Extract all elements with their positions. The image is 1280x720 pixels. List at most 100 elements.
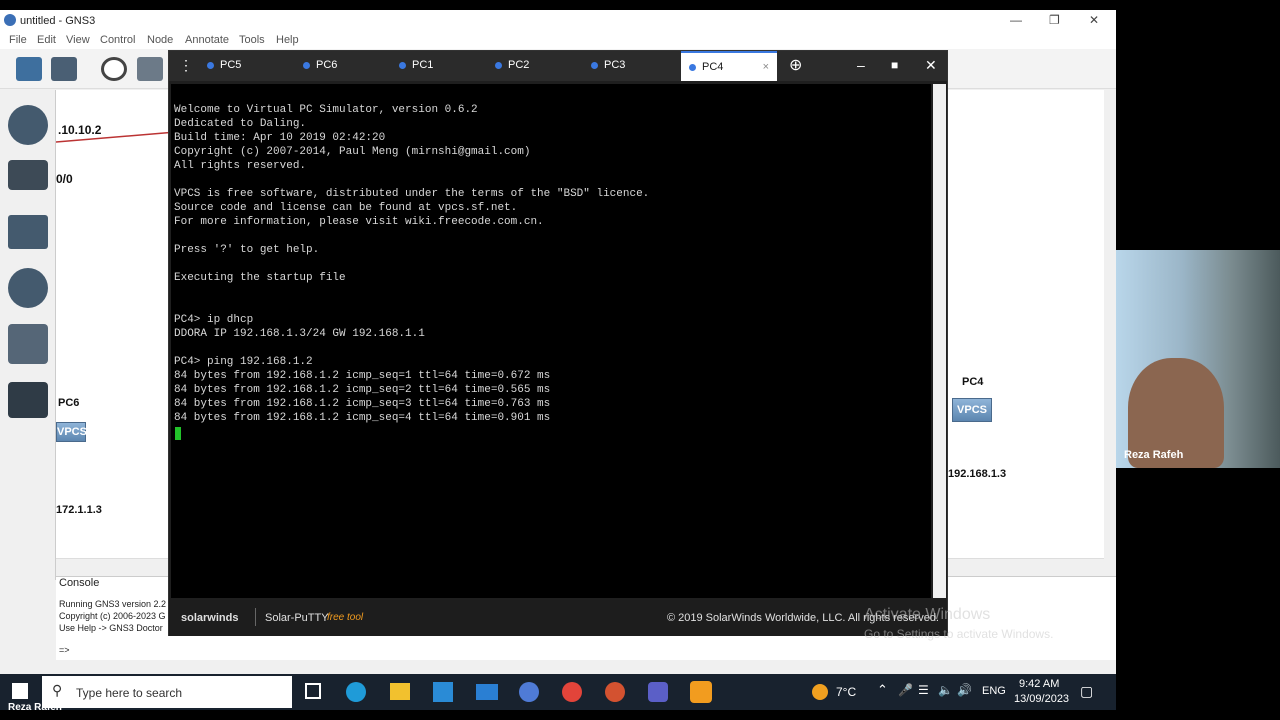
new-project-icon[interactable] <box>16 57 42 81</box>
teams-icon[interactable] <box>648 682 668 702</box>
security-device-icon[interactable] <box>8 268 48 308</box>
pc4-node[interactable]: VPCS <box>952 398 992 422</box>
terminal-line: Copyright (c) 2007-2014, Paul Meng (mirn… <box>174 146 531 158</box>
tab-pc2[interactable]: PC2 <box>495 51 591 81</box>
putty-footer: solarwinds Solar-PuTTY free tool © 2019 … <box>169 600 947 636</box>
solarwinds-logo: solarwinds <box>181 612 239 624</box>
language-indicator[interactable]: ENG <box>982 685 1006 697</box>
tab-label: PC6 <box>316 59 338 71</box>
solar-putty-window: ⋮ PC5 PC6 PC1 PC2 PC3 PC4 × ⊕ – ■ ✕ Welco… <box>168 50 948 636</box>
free-tool-label: free tool <box>327 612 364 623</box>
tab-label: PC4 <box>702 61 724 73</box>
terminal-line: Source code and license can be found at … <box>174 202 518 214</box>
volume-icon[interactable]: 🔊 <box>957 683 972 697</box>
terminal-line: PC4> ip dhcp <box>174 314 254 326</box>
task-view-icon[interactable] <box>305 683 321 699</box>
close-tab-icon[interactable]: × <box>763 53 769 81</box>
tab-pc4[interactable]: PC4 × <box>681 51 777 81</box>
file-explorer-icon[interactable] <box>390 683 410 700</box>
terminal-cursor <box>175 427 181 440</box>
session-dot-icon <box>399 61 406 69</box>
pc4-node-text: VPCS <box>957 404 987 416</box>
clock-date[interactable]: 13/09/2023 <box>1014 693 1069 705</box>
maximize-icon[interactable]: ■ <box>891 58 898 72</box>
network-icon[interactable]: ☰ <box>918 683 929 697</box>
taskbar-search[interactable]: ⚲ Type here to search <box>42 676 292 708</box>
search-icon: ⚲ <box>52 682 63 698</box>
new-session-icon[interactable]: ⊕ <box>789 55 802 75</box>
menu-file[interactable]: File <box>9 34 27 46</box>
windows-start-icon[interactable] <box>12 683 28 699</box>
console-line: Copyright (c) 2006-2023 G <box>59 611 166 621</box>
router-icon[interactable] <box>8 105 48 145</box>
product-name: Solar-PuTTY <box>265 612 329 624</box>
console-title: Console <box>59 577 100 589</box>
speaker-icon[interactable]: 🔈 <box>938 683 953 697</box>
switch-icon[interactable] <box>8 160 48 190</box>
terminal-scrollbar[interactable] <box>933 84 946 598</box>
tab-pc6[interactable]: PC6 <box>303 51 399 81</box>
menu-tools[interactable]: Tools <box>239 34 265 46</box>
terminal-line: 84 bytes from 192.168.1.2 icmp_seq=2 ttl… <box>174 384 551 396</box>
title-bar: untitled - GNS3 — ❐ ✕ <box>0 10 1116 32</box>
console-line: Use Help -> GNS3 Doctor <box>59 623 163 633</box>
menu-bar: File Edit View Control Node Annotate Too… <box>0 32 1116 49</box>
session-dot-icon <box>207 61 214 69</box>
open-project-icon[interactable] <box>51 57 77 81</box>
restore-icon[interactable]: ❐ <box>1049 13 1060 27</box>
tab-label: PC2 <box>508 59 530 71</box>
all-devices-icon[interactable] <box>8 324 48 364</box>
powerpoint-icon[interactable] <box>605 682 625 702</box>
end-device-icon[interactable] <box>8 215 48 249</box>
terminal-line: PC4> ping 192.168.1.2 <box>174 356 313 368</box>
terminal-line: Dedicated to Daling. <box>174 118 307 130</box>
activate-windows-subtitle: Go to Settings to activate Windows. <box>864 627 1054 641</box>
terminal-line: Welcome to Virtual PC Simulator, version… <box>174 104 478 116</box>
solar-putty-taskbar-icon[interactable] <box>690 681 712 703</box>
menu-view[interactable]: View <box>66 34 90 46</box>
minimize-icon[interactable]: – <box>857 57 865 73</box>
clock-icon[interactable] <box>101 57 127 81</box>
window-title: untitled - GNS3 <box>20 15 96 27</box>
menu-node[interactable]: Node <box>147 34 173 46</box>
session-dot-icon <box>591 61 598 69</box>
app-icon[interactable] <box>519 682 539 702</box>
clock-time[interactable]: 9:42 AM <box>1019 678 1059 690</box>
pc6-ip-label: 172.1.1.3 <box>56 504 102 516</box>
console-prompt[interactable]: => <box>59 645 70 655</box>
menu-help[interactable]: Help <box>276 34 299 46</box>
chevron-up-icon[interactable]: ⌃ <box>877 682 888 698</box>
tab-pc3[interactable]: PC3 <box>591 51 687 81</box>
footer-divider <box>255 608 256 626</box>
add-link-icon[interactable] <box>8 382 48 418</box>
minimize-icon[interactable]: — <box>1010 13 1022 27</box>
mail-icon[interactable] <box>476 684 498 700</box>
weather-temp[interactable]: 7°C <box>836 685 856 699</box>
search-placeholder: Type here to search <box>76 686 183 700</box>
weather-icon <box>812 684 828 700</box>
screenshot-icon[interactable] <box>137 57 163 81</box>
menu-control[interactable]: Control <box>100 34 135 46</box>
terminal-line: Executing the startup file <box>174 272 346 284</box>
chrome-icon[interactable] <box>562 682 582 702</box>
terminal-line: 84 bytes from 192.168.1.2 icmp_seq=3 ttl… <box>174 398 551 410</box>
menu-annotate[interactable]: Annotate <box>185 34 229 46</box>
close-icon[interactable]: ✕ <box>925 57 937 74</box>
menu-edit[interactable]: Edit <box>37 34 56 46</box>
mic-icon[interactable]: 🎤 <box>898 683 913 697</box>
tab-pc1[interactable]: PC1 <box>399 51 495 81</box>
canvas-vertical-scrollbar[interactable] <box>1104 90 1116 560</box>
close-icon[interactable]: ✕ <box>1089 13 1099 27</box>
tab-pc5[interactable]: PC5 <box>207 51 303 81</box>
session-dot-icon <box>303 61 310 69</box>
pc6-node[interactable]: VPCS <box>56 422 87 442</box>
store-icon[interactable] <box>433 682 453 702</box>
console-line: Running GNS3 version 2.2 <box>59 599 167 609</box>
menu-icon[interactable]: ⋮ <box>179 57 193 74</box>
edge-icon[interactable] <box>346 682 366 702</box>
pc6-label: PC6 <box>58 397 80 409</box>
terminal-line: All rights reserved. <box>174 160 307 172</box>
terminal-output[interactable]: Welcome to Virtual PC Simulator, version… <box>171 84 931 598</box>
notifications-icon[interactable]: ▢ <box>1080 683 1093 700</box>
terminal-line: Build time: Apr 10 2019 02:42:20 <box>174 132 386 144</box>
